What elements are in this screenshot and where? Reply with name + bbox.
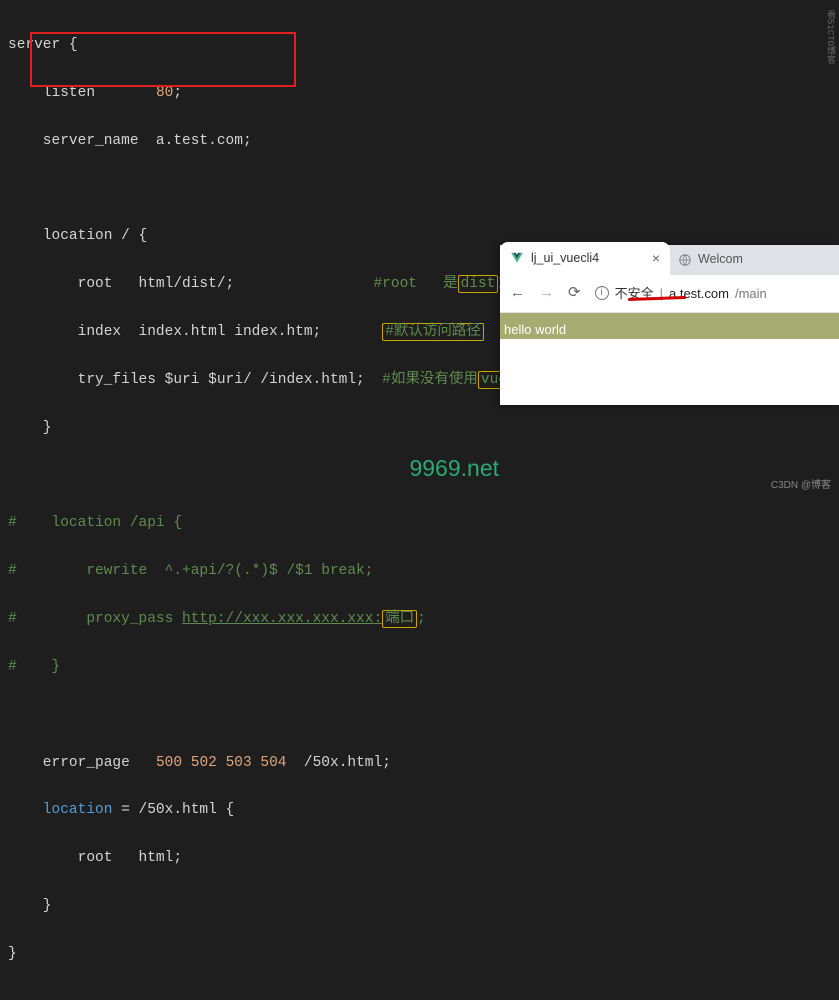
back-button[interactable]: ←: [510, 281, 525, 306]
page-content: hello world: [500, 313, 839, 339]
code-line: }: [8, 417, 831, 441]
browser-tab-active[interactable]: lj_ui_vuecli4 ×: [500, 242, 670, 275]
security-label: 不安全: [615, 283, 654, 304]
vue-icon: [510, 251, 524, 265]
info-icon[interactable]: i: [595, 286, 609, 300]
code-line: [8, 177, 831, 201]
close-icon[interactable]: ×: [652, 247, 660, 270]
watermark-side: 看51CTO博客: [822, 10, 837, 64]
code-line: server_name a.test.com;: [8, 130, 831, 154]
code-line: [8, 704, 831, 728]
page-text: hello world: [504, 322, 566, 337]
code-editor[interactable]: server { listen 80; server_name a.test.c…: [0, 0, 839, 1000]
code-line: # proxy_pass http://xxx.xxx.xxx.xxx:端口;: [8, 608, 831, 632]
url-domain: a.test.com: [669, 283, 729, 304]
browser-toolbar: ← → ⟳ i 不安全 | a.test.com/main: [500, 275, 839, 313]
code-line: # rewrite ^.+api/?(.*)$ /$1 break;: [8, 560, 831, 584]
code-line: }: [8, 943, 831, 967]
code-line: # location /api {: [8, 512, 831, 536]
tab-title: lj_ui_vuecli4: [531, 248, 599, 269]
code-line: root html;: [8, 847, 831, 871]
code-line: server {: [8, 34, 831, 58]
code-line: # }: [8, 656, 831, 680]
watermark-center: 9969.net: [409, 450, 499, 488]
forward-button[interactable]: →: [539, 281, 554, 306]
url-path: /main: [735, 283, 767, 304]
code-line: }: [8, 895, 831, 919]
tab-bar: lj_ui_vuecli4 × Welcom: [500, 245, 839, 275]
separator: |: [660, 283, 663, 304]
watermark-corner: C3DN @博客: [771, 478, 831, 495]
browser-tab-inactive[interactable]: Welcom: [670, 244, 751, 275]
globe-icon: [678, 253, 692, 267]
reload-button[interactable]: ⟳: [568, 281, 581, 306]
tab-title: Welcom: [698, 249, 743, 270]
code-line: listen 80;: [8, 82, 831, 106]
browser-window: lj_ui_vuecli4 × Welcom ← → ⟳ i 不安全 | a.t…: [500, 245, 839, 405]
code-line: location = /50x.html {: [8, 799, 831, 823]
code-line: error_page 500 502 503 504 /50x.html;: [8, 752, 831, 776]
